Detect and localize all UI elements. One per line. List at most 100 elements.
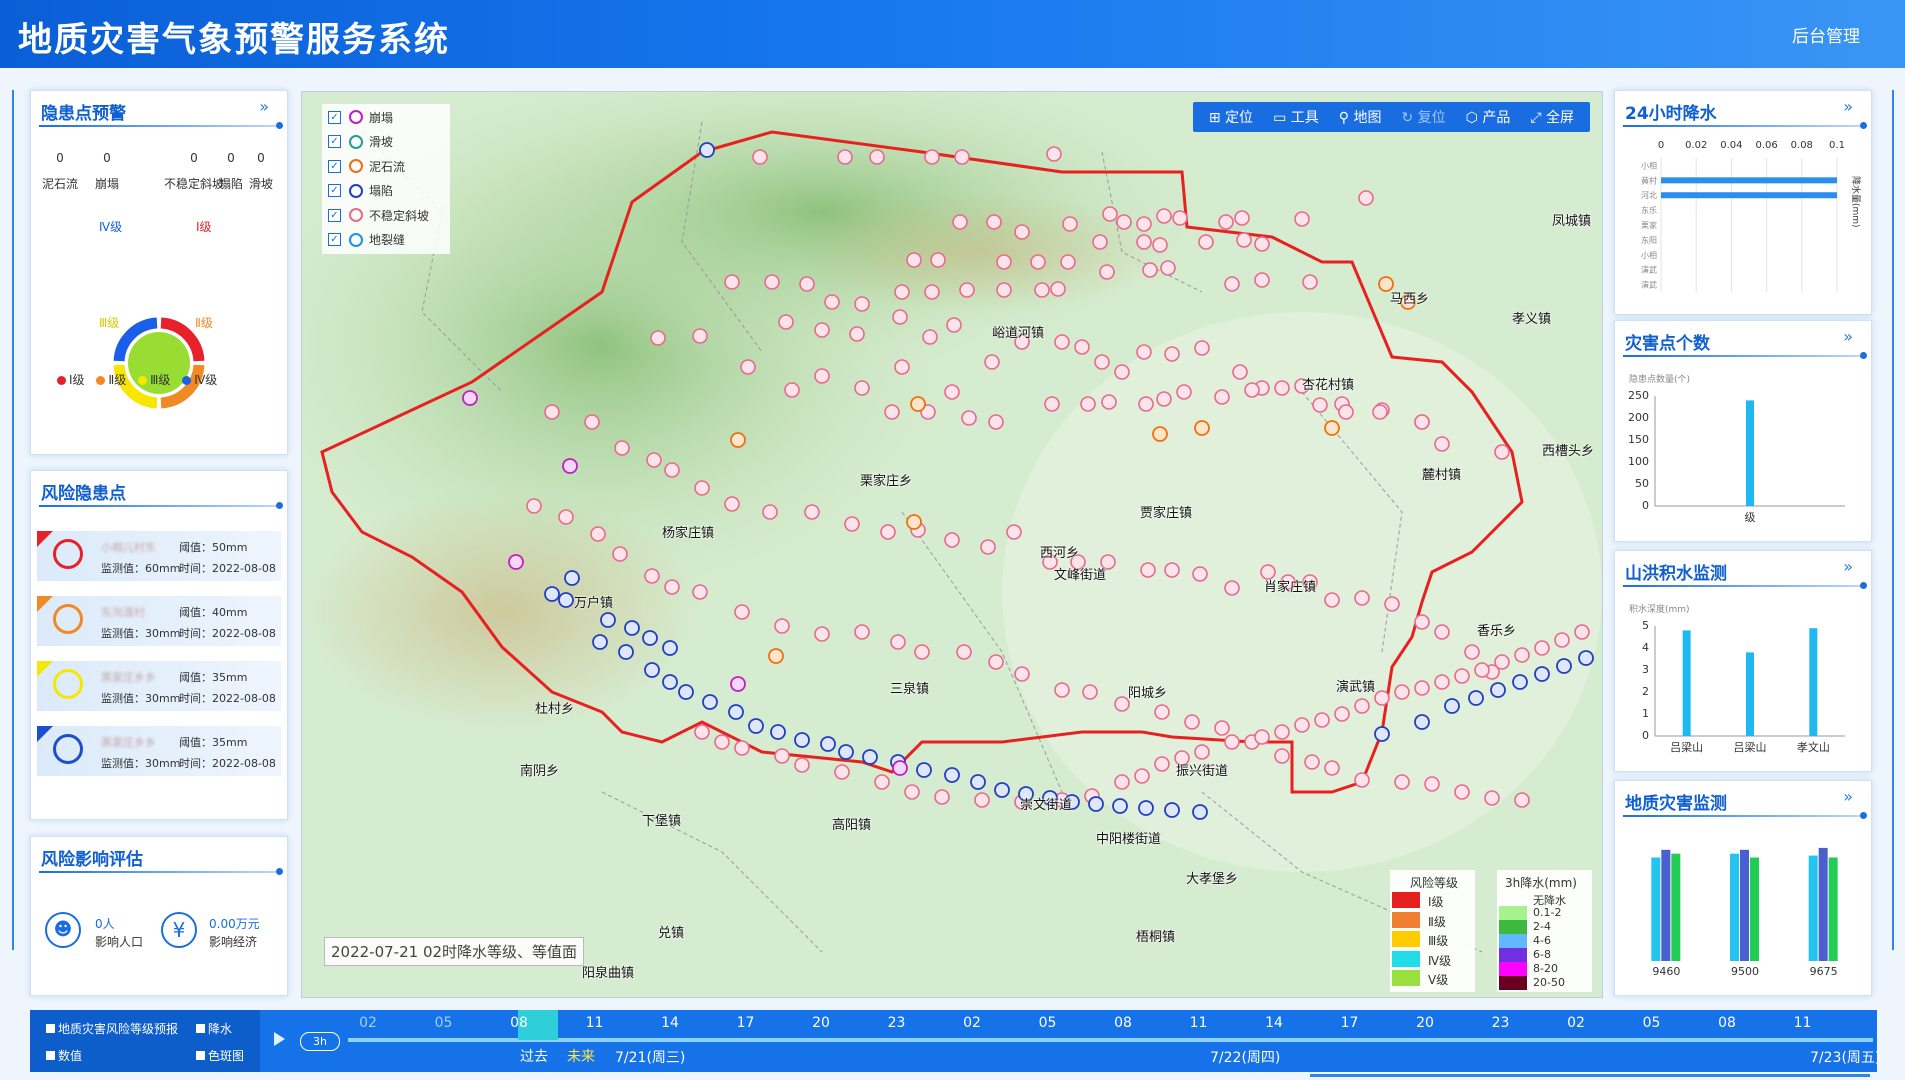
unstable-slope-marker[interactable]: [1034, 282, 1050, 298]
unstable-slope-marker[interactable]: [1424, 776, 1440, 792]
unstable-slope-marker[interactable]: [1154, 756, 1170, 772]
unstable-slope-marker[interactable]: [752, 149, 768, 165]
toolbar-reset-button[interactable]: ↻ 复位: [1391, 107, 1455, 127]
layer-toggle-ground-fissure[interactable]: ✓ 地裂缝: [328, 231, 405, 249]
unstable-slope-marker[interactable]: [1224, 276, 1240, 292]
unstable-slope-marker[interactable]: [814, 368, 830, 384]
unstable-slope-marker[interactable]: [612, 546, 628, 562]
unstable-slope-marker[interactable]: [1224, 734, 1240, 750]
unstable-slope-marker[interactable]: [1172, 210, 1188, 226]
unstable-slope-marker[interactable]: [974, 792, 990, 808]
unstable-slope-marker[interactable]: [956, 644, 972, 660]
hour-tick[interactable]: 02: [952, 1015, 992, 1031]
unstable-slope-marker[interactable]: [1334, 706, 1350, 722]
unstable-slope-marker[interactable]: [984, 354, 1000, 370]
unstable-slope-marker[interactable]: [1464, 644, 1480, 660]
subsidence-marker[interactable]: [1556, 658, 1572, 674]
unstable-slope-marker[interactable]: [650, 330, 666, 346]
unstable-slope-marker[interactable]: [1164, 346, 1180, 362]
subsidence-marker[interactable]: [1138, 800, 1154, 816]
unstable-slope-marker[interactable]: [880, 524, 896, 540]
unstable-slope-marker[interactable]: [1384, 596, 1400, 612]
unstable-slope-marker[interactable]: [1574, 624, 1590, 640]
unstable-slope-marker[interactable]: [952, 214, 968, 230]
unstable-slope-marker[interactable]: [837, 149, 853, 165]
option-color-map[interactable]: 色斑图: [196, 1047, 244, 1064]
unstable-slope-marker[interactable]: [869, 149, 885, 165]
layer-checkbox[interactable]: ✓: [328, 184, 341, 197]
unstable-slope-marker[interactable]: [946, 317, 962, 333]
unstable-slope-marker[interactable]: [1136, 344, 1152, 360]
subsidence-marker[interactable]: [1414, 714, 1430, 730]
unstable-slope-marker[interactable]: [1101, 394, 1117, 410]
unstable-slope-marker[interactable]: [1294, 211, 1310, 227]
hour-tick[interactable]: 11: [1783, 1015, 1823, 1031]
hour-tick[interactable]: 08: [1103, 1015, 1143, 1031]
unstable-slope-marker[interactable]: [1099, 264, 1115, 280]
subsidence-marker[interactable]: [862, 749, 878, 765]
subsidence-marker[interactable]: [970, 774, 986, 790]
hour-tick[interactable]: 20: [1405, 1015, 1445, 1031]
unstable-slope-marker[interactable]: [1514, 792, 1530, 808]
unstable-slope-marker[interactable]: [1154, 704, 1170, 720]
unstable-slope-marker[interactable]: [526, 498, 542, 514]
risk-card[interactable]: 小相儿村东 阈值：50mm 监测值：60mm 时间：2022-08-08: [37, 531, 281, 581]
unstable-slope-marker[interactable]: [996, 282, 1012, 298]
unstable-slope-marker[interactable]: [544, 404, 560, 420]
unstable-slope-marker[interactable]: [1192, 566, 1208, 582]
unstable-slope-marker[interactable]: [734, 604, 750, 620]
hour-tick[interactable]: 02: [348, 1015, 388, 1031]
debris-flow-marker[interactable]: [1194, 420, 1210, 436]
hour-tick[interactable]: 17: [726, 1015, 766, 1031]
unstable-slope-marker[interactable]: [692, 584, 708, 600]
unstable-slope-marker[interactable]: [834, 764, 850, 780]
hour-tick[interactable]: 23: [1481, 1015, 1521, 1031]
unstable-slope-marker[interactable]: [1232, 364, 1248, 380]
risk-card[interactable]: 东沟渡村 阈值：40mm 监测值：30mm 时间：2022-08-08: [37, 596, 281, 646]
subsidence-marker[interactable]: [794, 732, 810, 748]
unstable-slope-marker[interactable]: [1184, 714, 1200, 730]
layer-checkbox[interactable]: ✓: [328, 233, 341, 246]
unstable-slope-marker[interactable]: [1302, 274, 1318, 290]
unstable-slope-marker[interactable]: [959, 282, 975, 298]
unstable-slope-marker[interactable]: [1054, 682, 1070, 698]
collapse-marker[interactable]: [562, 458, 578, 474]
subsidence-marker[interactable]: [1164, 802, 1180, 818]
unstable-slope-marker[interactable]: [1354, 698, 1370, 714]
unstable-slope-marker[interactable]: [1082, 684, 1098, 700]
unstable-slope-marker[interactable]: [1142, 262, 1158, 278]
option-rain[interactable]: 降水: [196, 1020, 232, 1037]
unstable-slope-marker[interactable]: [740, 359, 756, 375]
unstable-slope-marker[interactable]: [1372, 404, 1388, 420]
admin-link[interactable]: 后台管理: [1792, 22, 1860, 47]
unstable-slope-marker[interactable]: [1054, 334, 1070, 350]
expand-chevron-icon[interactable]: »: [1843, 97, 1853, 116]
unstable-slope-marker[interactable]: [874, 774, 890, 790]
subsidence-marker[interactable]: [592, 634, 608, 650]
unstable-slope-marker[interactable]: [1164, 562, 1180, 578]
hour-tick[interactable]: 14: [650, 1015, 690, 1031]
unstable-slope-marker[interactable]: [1414, 614, 1430, 630]
unstable-slope-marker[interactable]: [1198, 234, 1214, 250]
unstable-slope-marker[interactable]: [892, 309, 908, 325]
subsidence-marker[interactable]: [699, 142, 715, 158]
unstable-slope-marker[interactable]: [694, 480, 710, 496]
unstable-slope-marker[interactable]: [1374, 690, 1390, 706]
subsidence-marker[interactable]: [642, 630, 658, 646]
unstable-slope-marker[interactable]: [1254, 272, 1270, 288]
unstable-slope-marker[interactable]: [1218, 214, 1234, 230]
unstable-slope-marker[interactable]: [1434, 436, 1450, 452]
layer-toggle-debris-flow[interactable]: ✓ 泥石流: [328, 157, 405, 175]
unstable-slope-marker[interactable]: [1254, 236, 1270, 252]
unstable-slope-marker[interactable]: [1454, 784, 1470, 800]
subsidence-marker[interactable]: [544, 586, 560, 602]
map-view[interactable]: ⊞ 定位 ▭ 工具 ⚲ 地图 ↻ 复位 ⬡ 产品 ⤢ 全屏 ✓ 崩塌 ✓ 滑坡 ✓ 泥石流 ✓ 塌陷 ✓ 不…: [301, 91, 1603, 998]
unstable-slope-marker[interactable]: [930, 252, 946, 268]
layer-checkbox[interactable]: ✓: [328, 208, 341, 222]
unstable-slope-marker[interactable]: [854, 380, 870, 396]
toolbar-tools-button[interactable]: ▭ 工具: [1263, 107, 1329, 127]
unstable-slope-marker[interactable]: [961, 410, 977, 426]
unstable-slope-marker[interactable]: [814, 626, 830, 642]
subsidence-marker[interactable]: [994, 782, 1010, 798]
layer-checkbox[interactable]: ✓: [328, 110, 341, 124]
